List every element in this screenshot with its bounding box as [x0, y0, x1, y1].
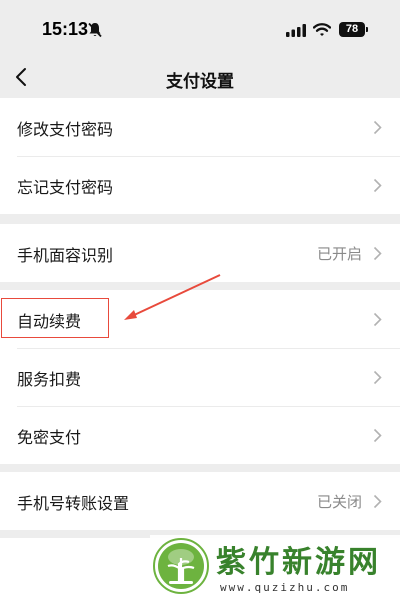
chevron-right-icon — [373, 494, 382, 509]
status-time: 15:13 — [42, 19, 89, 39]
chevron-right-icon — [373, 428, 382, 443]
chevron-right-icon — [373, 370, 382, 385]
navigation-bar: 支付设置 — [0, 58, 400, 98]
chevron-right-icon — [373, 246, 382, 261]
watermark-title: 紫竹新游网 — [216, 545, 381, 580]
battery-tip — [366, 27, 368, 32]
bamboo-tree-logo-icon — [153, 538, 209, 594]
chevron-right-icon — [373, 312, 382, 327]
page-title: 支付设置 — [166, 72, 234, 92]
row-label: 服务扣费 — [17, 370, 82, 389]
row-label: 手机号转账设置 — [17, 494, 130, 513]
wifi-icon — [313, 23, 331, 36]
chevron-right-icon — [373, 178, 382, 193]
row-label: 手机面容识别 — [17, 246, 114, 265]
phone-transfer-status: 已关闭 — [316, 493, 362, 511]
annotation-arrow-icon — [124, 274, 221, 320]
watermark-url: www.quzizhu.com — [220, 581, 350, 594]
forgot-payment-password-row[interactable]: 忘记支付密码 — [0, 156, 400, 214]
bell-muted-icon — [88, 22, 102, 38]
transfer-settings-group: 手机号转账设置 已关闭 — [0, 472, 400, 530]
row-label: 免密支付 — [17, 428, 82, 447]
battery-indicator: 78 — [339, 22, 369, 37]
row-label: 修改支付密码 — [17, 120, 114, 139]
row-label: 忘记支付密码 — [17, 178, 114, 197]
annotation-highlight-box — [1, 298, 109, 338]
chevron-right-icon — [373, 120, 382, 135]
password-free-payment-row[interactable]: 免密支付 — [0, 406, 400, 464]
battery-level: 78 — [339, 22, 365, 37]
service-deduction-row[interactable]: 服务扣费 — [0, 348, 400, 406]
phone-transfer-settings-row[interactable]: 手机号转账设置 已关闭 — [0, 472, 400, 530]
cellular-signal-icon — [286, 24, 306, 37]
password-settings-group: 修改支付密码 忘记支付密码 — [0, 98, 400, 214]
modify-payment-password-row[interactable]: 修改支付密码 — [0, 98, 400, 156]
site-watermark: 紫竹新游网 www.quzizhu.com — [150, 535, 400, 600]
status-bar: 15:13 78 — [0, 0, 400, 58]
face-id-status: 已开启 — [316, 245, 362, 263]
